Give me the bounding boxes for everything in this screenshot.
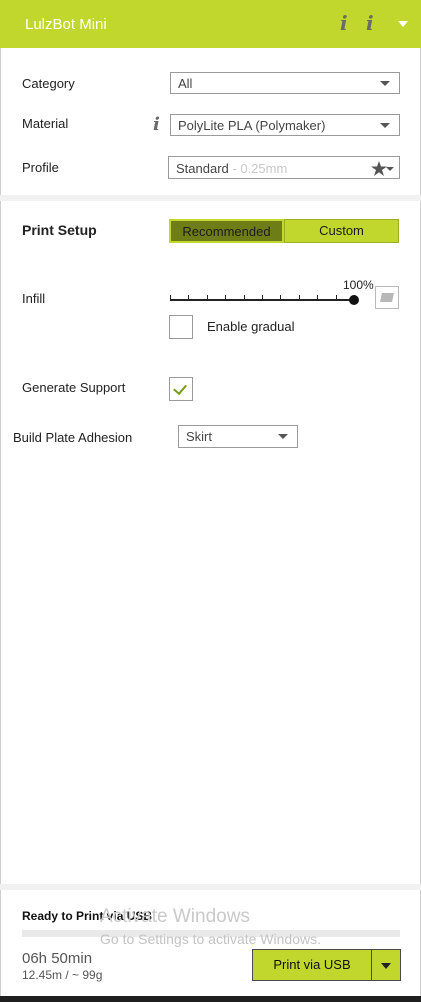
infill-slider-tick (336, 295, 337, 301)
chevron-down-icon (278, 434, 288, 439)
chevron-down-icon (381, 963, 391, 969)
material-usage: 12.45m / ~ 99g (22, 968, 103, 982)
generate-support-label: Generate Support (22, 380, 126, 395)
material-label: Material (22, 116, 69, 131)
enable-gradual-label: Enable gradual (207, 319, 295, 334)
solid-cube-icon (380, 293, 394, 302)
print-via-usb-button[interactable]: Print via USB (252, 949, 372, 981)
material-dropdown[interactable]: PolyLite PLA (Polymaker) (170, 114, 400, 136)
activate-windows-title: Activate Windows (100, 906, 250, 927)
infill-slider-tick (262, 295, 263, 301)
infill-slider-tick (317, 295, 318, 301)
star-icon (371, 161, 387, 176)
profile-dropdown[interactable]: Standard - 0.25mm (168, 156, 400, 179)
category-label: Category (22, 76, 75, 91)
print-setup-title: Print Setup (22, 222, 97, 238)
infill-slider-tick (188, 295, 189, 301)
enable-gradual-checkbox[interactable] (169, 315, 193, 339)
printer-name: LulzBot Mini (25, 16, 107, 33)
infill-value: 100% (343, 278, 374, 292)
chevron-down-icon (380, 81, 390, 86)
taskbar-edge (0, 996, 421, 1002)
status-divider (0, 884, 421, 890)
custom-button[interactable]: Custom (284, 219, 399, 243)
category-dropdown[interactable]: All (170, 72, 400, 94)
material-value: PolyLite PLA (Polymaker) (178, 118, 326, 133)
infill-slider-tick (225, 295, 226, 301)
chevron-down-icon[interactable] (398, 21, 408, 27)
infill-slider-tick (244, 295, 245, 301)
print-options-dropdown[interactable] (371, 949, 401, 981)
chevron-down-icon (386, 167, 394, 171)
info-icon[interactable]: i (340, 11, 348, 35)
infill-slider-handle[interactable] (349, 295, 359, 305)
printer-header: LulzBot Mini i i (0, 0, 421, 48)
generate-support-checkbox[interactable] (169, 377, 193, 401)
checkmark-icon (173, 380, 187, 396)
infill-slider-tick (207, 295, 208, 301)
profile-label: Profile (22, 160, 59, 175)
infill-slider-tick (299, 295, 300, 301)
build-plate-adhesion-dropdown[interactable]: Skirt (178, 425, 298, 448)
section-divider (0, 195, 421, 201)
chevron-down-icon (380, 123, 390, 128)
recommended-button[interactable]: Recommended (169, 219, 284, 243)
activate-windows-subtitle: Go to Settings to activate Windows. (100, 931, 321, 947)
profile-value: Standard - 0.25mm (176, 161, 288, 176)
infill-slider-tick (170, 295, 171, 301)
profile-detail: - 0.25mm (228, 161, 288, 176)
infill-label: Infill (22, 291, 46, 306)
solid-infill-button[interactable] (375, 286, 399, 309)
panel-border-left (0, 0, 1, 1002)
adhesion-value: Skirt (186, 429, 212, 444)
info-icon[interactable]: i (366, 11, 374, 35)
build-plate-adhesion-label: Build Plate Adhesion (13, 430, 133, 445)
category-value: All (178, 76, 193, 91)
print-time: 06h 50min (22, 950, 93, 967)
infill-slider-tick (280, 295, 281, 301)
info-icon[interactable]: i (153, 114, 160, 135)
